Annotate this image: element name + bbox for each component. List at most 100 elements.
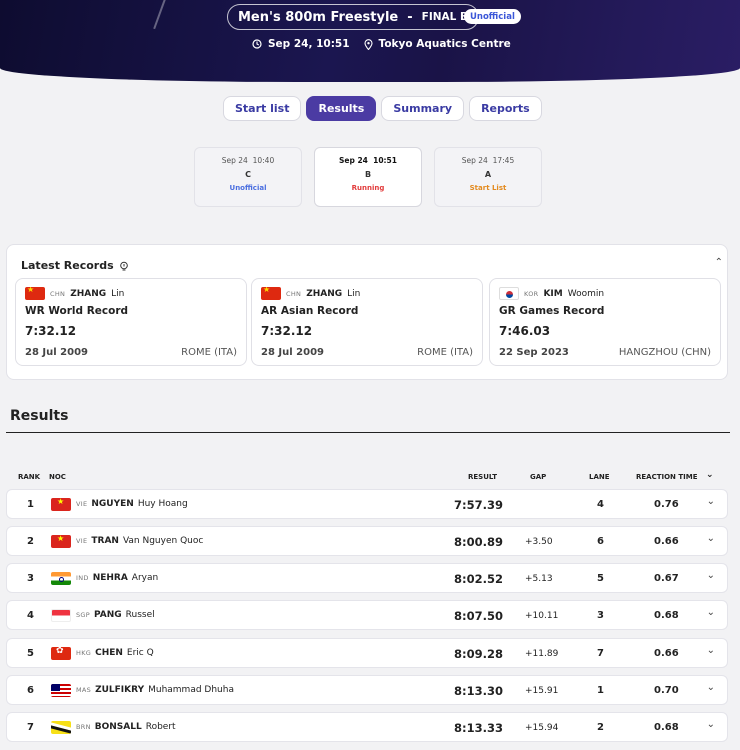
chevron-down-icon[interactable]: ⌄ — [707, 496, 715, 507]
noc-code: CHN — [286, 289, 302, 298]
clock-icon — [252, 39, 262, 49]
athlete-family-name: TRAN — [91, 536, 119, 546]
event-name: Men's 800m Freestyle — [238, 9, 399, 25]
lane: 2 — [597, 722, 604, 733]
result-row[interactable]: 7 BRN BONSALL Robert 8:13.33 +15.94 2 0.68… — [6, 712, 728, 742]
chevron-down-icon[interactable]: ⌄ — [707, 533, 715, 544]
chevron-down-icon[interactable]: ⌄ — [707, 682, 715, 693]
flag-bahrain-icon — [51, 721, 71, 734]
flag-singapore-icon — [51, 609, 71, 622]
athlete-given-name: Aryan — [131, 573, 159, 583]
rank: 4 — [27, 610, 34, 621]
athlete-given-name: Lin — [347, 288, 361, 299]
result-row[interactable]: 4 SGP PANG Russel 8:07.50 +10.11 3 0.68 ⌄ — [6, 600, 728, 630]
flag-hong-kong-icon — [51, 647, 71, 660]
event-datetime-text: Sep 24, 10:51 — [268, 38, 350, 50]
flag-vietnam-icon — [51, 535, 71, 548]
reaction-time: 0.67 — [654, 573, 679, 584]
result-row[interactable]: 6 MAS ZULFIKRY Muhammad Dhuha 8:13.30 +15.… — [6, 675, 728, 705]
heat-card-a[interactable]: Sep 24 17:45 A Start List — [434, 147, 542, 207]
athlete-name: MAS ZULFIKRY Muhammad Dhuha — [76, 685, 234, 695]
tab-summary[interactable]: Summary — [381, 96, 465, 121]
rank: 1 — [27, 499, 34, 510]
reaction-time: 0.76 — [654, 499, 679, 510]
record-athlete: CHN ZHANG Lin — [261, 287, 360, 300]
gap: +3.50 — [525, 537, 553, 547]
info-icon[interactable] — [119, 261, 129, 271]
result-row[interactable]: 5 HKGCHENEric Q 8:09.28 +11.89 7 0.66 ⌄ — [6, 638, 728, 668]
athlete-given-name: Eric Q — [126, 648, 154, 658]
heat-time: Sep 24 17:45 — [461, 156, 515, 165]
rank: 6 — [27, 685, 34, 696]
athlete-family-name: ZULFIKRY — [95, 685, 145, 695]
reaction-time: 0.66 — [654, 648, 679, 659]
result-row[interactable]: 3 IND NEHRA Aryan 8:02.52 +5.13 5 0.67 ⌄ — [6, 563, 728, 593]
status-badge: Unofficial — [464, 9, 521, 24]
chevron-down-icon[interactable]: ⌄ — [707, 645, 715, 656]
result-time: 8:07.50 — [454, 609, 503, 623]
heat-selector: Sep 24 10:40 C Unofficial Sep 24 10:51 B… — [194, 147, 542, 207]
tab-results[interactable]: Results — [306, 96, 377, 121]
heat-status: Unofficial — [229, 184, 267, 192]
record-venue: ROME (ITA) — [417, 347, 473, 358]
record-card-ar: CHN ZHANG Lin AR Asian Record 7:32.12 28… — [251, 278, 483, 366]
record-type: WR World Record — [25, 305, 129, 317]
latest-records-title: Latest Records — [21, 259, 114, 272]
column-lane: LANE — [589, 473, 610, 481]
event-meta: Sep 24, 10:51 Tokyo Aquatics Centre — [252, 38, 511, 50]
athlete-given-name: Lin — [111, 288, 125, 299]
rank: 3 — [27, 573, 34, 584]
result-time: 8:13.33 — [454, 721, 503, 735]
column-reaction-time: REACTION TIME — [636, 473, 698, 481]
heat-status: Start List — [469, 184, 507, 192]
record-date: 22 Sep 2023 — [499, 347, 569, 358]
flag-china-icon — [25, 287, 45, 300]
chevron-down-icon[interactable]: ⌄ — [706, 470, 714, 480]
chevron-down-icon[interactable]: ⌄ — [707, 719, 715, 730]
heat-label: C — [245, 170, 251, 179]
athlete-family-name: KIM — [543, 288, 563, 299]
record-venue: HANGZHOU (CHN) — [618, 347, 711, 358]
event-separator: - — [407, 9, 413, 25]
athlete-given-name: Muhammad Dhuha — [148, 685, 234, 695]
event-phase: FINAL B — [421, 11, 469, 23]
heat-time: Sep 24 10:51 — [338, 156, 397, 165]
heat-label: B — [364, 170, 372, 179]
record-athlete: KOR KIM Woomin — [499, 287, 604, 300]
noc-code: VIE — [76, 500, 88, 508]
record-athlete: CHN ZHANG Lin — [25, 287, 124, 300]
athlete-name: BRN BONSALL Robert — [76, 722, 176, 732]
rank: 2 — [27, 536, 34, 547]
column-gap: GAP — [530, 473, 547, 481]
flag-vietnam-icon — [51, 498, 71, 511]
heat-card-b[interactable]: Sep 24 10:51 B Running — [314, 147, 422, 207]
result-row[interactable]: 1 VIENGUYENHuy Hoang 7:57.39 4 0.76 ⌄ — [6, 489, 728, 519]
noc-code: BRN — [76, 723, 91, 731]
heat-card-c[interactable]: Sep 24 10:40 C Unofficial — [194, 147, 302, 207]
event-header: Men's 800m Freestyle - FINAL B Unofficia… — [0, 0, 740, 82]
tab-reports[interactable]: Reports — [469, 96, 542, 121]
reaction-time: 0.68 — [654, 610, 679, 621]
chevron-down-icon[interactable]: ⌄ — [707, 570, 715, 581]
tab-start-list[interactable]: Start list — [223, 96, 302, 121]
athlete-name: HKG CHEN Eric Q — [76, 648, 154, 658]
result-time: 8:09.28 — [454, 647, 503, 661]
noc-code: SGP — [76, 611, 90, 619]
latest-records-header: Latest Records — [21, 259, 129, 272]
athlete-family-name: NEHRA — [92, 573, 128, 583]
gap: +11.89 — [525, 649, 559, 659]
lane: 1 — [597, 685, 604, 696]
chevron-down-icon[interactable]: ⌄ — [707, 607, 715, 618]
column-noc: NOC — [49, 473, 66, 481]
reaction-time: 0.70 — [654, 685, 679, 696]
athlete-name: SGP PANG Russel — [76, 610, 155, 620]
record-time: 7:46.03 — [499, 324, 551, 338]
record-type: AR Asian Record — [261, 305, 359, 317]
result-time: 8:13.30 — [454, 684, 503, 698]
athlete-given-name: Woomin — [567, 288, 605, 299]
result-time: 8:02.52 — [454, 572, 503, 586]
record-card-gr: KOR KIM Woomin GR Games Record 7:46.03 2… — [489, 278, 721, 366]
record-type: GR Games Record — [499, 305, 605, 317]
result-row[interactable]: 2 VIETRANVan Nguyen Quoc 8:00.89 +3.50 6… — [6, 526, 728, 556]
chevron-up-icon[interactable]: ⌃ — [715, 257, 723, 268]
